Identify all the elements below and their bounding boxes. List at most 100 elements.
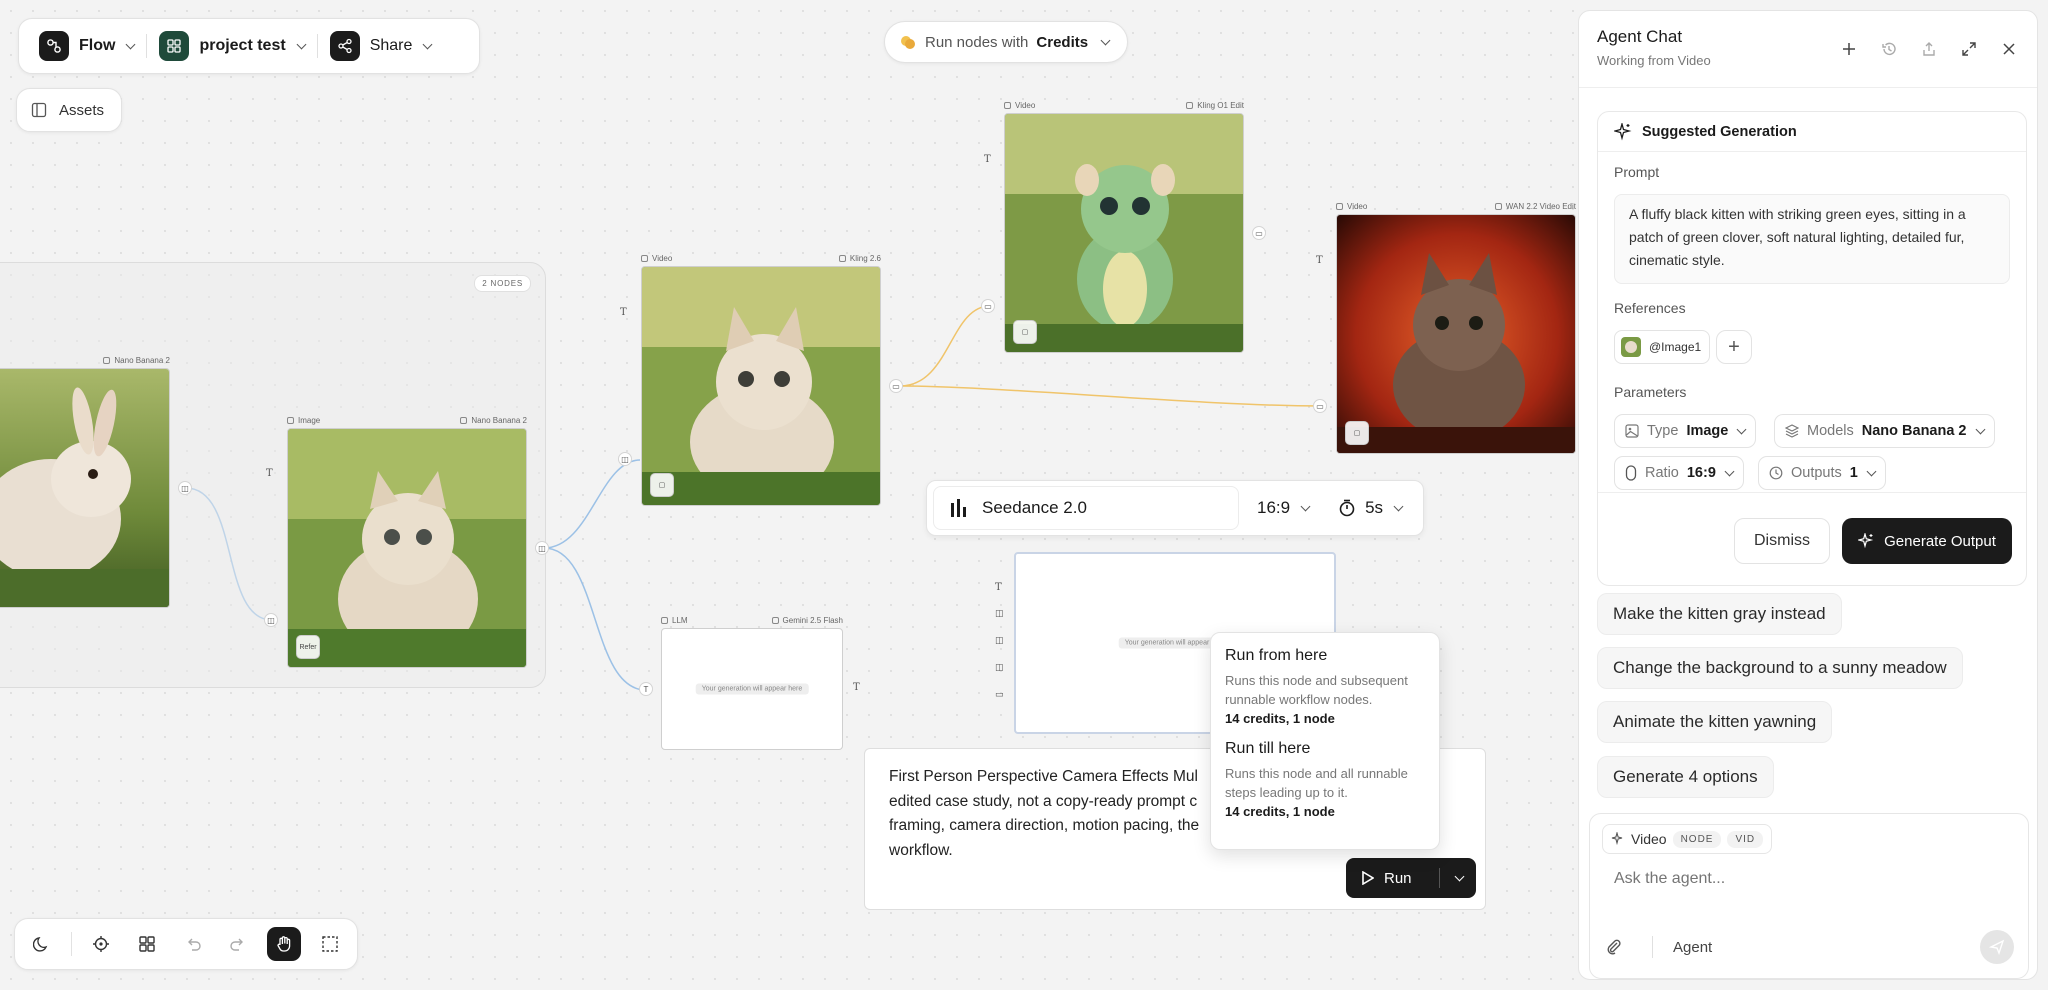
type-param[interactable]: Type Image bbox=[1614, 414, 1757, 448]
fire-video-node[interactable]: Video WAN 2.2 Video Edit ▢ bbox=[1336, 202, 1576, 454]
attach-button[interactable] bbox=[1604, 937, 1624, 957]
run-credits-selector[interactable]: Run nodes with Credits bbox=[884, 21, 1128, 63]
image-icon bbox=[1625, 424, 1639, 438]
select-tool-button[interactable] bbox=[313, 927, 347, 961]
agent-mode-selector[interactable]: Agent bbox=[1652, 936, 1712, 958]
close-panel-button[interactable] bbox=[1999, 39, 2019, 59]
rabbit-output-handle[interactable]: ◫ bbox=[178, 481, 192, 495]
kitten-image[interactable]: Refer bbox=[287, 428, 527, 668]
agent-message-input[interactable] bbox=[1614, 870, 1994, 888]
grid-view-button[interactable] bbox=[130, 927, 164, 961]
suggestion-chip[interactable]: Animate the kitten yawning bbox=[1597, 701, 1833, 743]
new-chat-button[interactable] bbox=[1839, 39, 1859, 59]
suggestion-chip[interactable]: Make the kitten gray instead bbox=[1597, 593, 1842, 635]
chevron-down-icon bbox=[1300, 501, 1311, 511]
rabbit-node[interactable]: Nano Banana 2 bbox=[0, 356, 170, 608]
video-output-handle[interactable]: ▭ bbox=[889, 379, 903, 393]
ratio-selector[interactable]: 16:9 bbox=[1245, 486, 1321, 530]
edge-video-dragon bbox=[899, 305, 991, 387]
model-icon bbox=[771, 616, 779, 624]
sparkle-icon bbox=[1611, 832, 1623, 846]
panel-icon bbox=[31, 102, 47, 118]
generate-output-button[interactable]: Generate Output bbox=[1842, 518, 2012, 564]
share-menu[interactable]: Share bbox=[322, 26, 440, 66]
outputs-param[interactable]: Outputs 1 bbox=[1758, 456, 1886, 490]
model-icon bbox=[1494, 202, 1502, 210]
flow-logo-icon bbox=[39, 31, 69, 61]
kitten-input-handle[interactable]: ◫ bbox=[264, 613, 278, 627]
export-button[interactable] bbox=[1919, 39, 1939, 59]
chevron-down-icon bbox=[1975, 424, 1985, 434]
chevron-down-icon bbox=[1393, 501, 1404, 511]
text-input-icon: T bbox=[1316, 255, 1323, 266]
edge-video-fire bbox=[899, 385, 1323, 407]
prompt-text[interactable]: A fluffy black kitten with striking gree… bbox=[1614, 194, 2010, 284]
model-icon bbox=[838, 254, 846, 262]
kitten-output-handle[interactable]: ◫ bbox=[535, 541, 549, 555]
edge-kitten-llm bbox=[543, 547, 647, 691]
kitten-picture bbox=[288, 429, 526, 667]
chevron-down-icon bbox=[1866, 466, 1877, 476]
project-menu[interactable]: project test bbox=[151, 26, 312, 66]
fire-video-frame[interactable]: ▢ bbox=[1336, 214, 1576, 454]
run-till-here-item[interactable]: Run till here Runs this node and all run… bbox=[1225, 740, 1425, 819]
fire-input-handle[interactable]: ▭ bbox=[1313, 399, 1327, 413]
sparkle-icon bbox=[1858, 533, 1874, 549]
model-icon bbox=[460, 416, 468, 424]
send-button[interactable] bbox=[1980, 930, 2014, 964]
flow-menu[interactable]: Flow bbox=[31, 26, 142, 66]
model-selector[interactable]: Seedance 2.0 bbox=[933, 486, 1239, 530]
image-input-icon: ◫ bbox=[995, 609, 1004, 619]
expand-button[interactable] bbox=[1959, 39, 1979, 59]
dragon-video-frame[interactable]: ▢ bbox=[1004, 113, 1244, 353]
undo-button[interactable] bbox=[176, 927, 210, 961]
redo-button[interactable] bbox=[221, 927, 255, 961]
recenter-button[interactable] bbox=[84, 927, 118, 961]
chevron-down-icon bbox=[1454, 871, 1464, 881]
suggestion-chip[interactable]: Change the background to a sunny meadow bbox=[1597, 647, 1963, 689]
video-thumb-badge: ▢ bbox=[1013, 320, 1037, 344]
chevron-down-icon bbox=[1736, 424, 1747, 434]
panel-subtitle: Working from Video bbox=[1597, 53, 1711, 68]
assets-button[interactable]: Assets bbox=[16, 88, 122, 132]
dark-mode-toggle[interactable] bbox=[25, 927, 59, 961]
image-input-icon: ◫ bbox=[995, 636, 1004, 646]
video-thumb-badge: ▢ bbox=[1345, 421, 1369, 445]
suggestion-chip[interactable]: Generate 4 options bbox=[1597, 756, 1774, 798]
video-input-handle[interactable]: ◫ bbox=[618, 452, 632, 466]
llm-output-area[interactable]: Your generation will appear here bbox=[661, 628, 843, 750]
history-button[interactable] bbox=[1879, 39, 1899, 59]
sparkle-icon bbox=[1614, 122, 1632, 140]
models-param[interactable]: Models Nano Banana 2 bbox=[1774, 414, 1995, 448]
run-button[interactable]: Run bbox=[1346, 870, 1439, 887]
plus-icon bbox=[1843, 43, 1855, 55]
dismiss-button[interactable]: Dismiss bbox=[1734, 518, 1830, 564]
chevron-down-icon bbox=[422, 39, 433, 49]
kitten-video-node[interactable]: Video Kling 2.6 ▢ bbox=[641, 254, 881, 506]
run-options-toggle[interactable] bbox=[1440, 871, 1476, 881]
dragon-input-handle[interactable]: ▭ bbox=[981, 299, 995, 313]
play-icon bbox=[1362, 871, 1374, 885]
text-input-icon: T bbox=[984, 154, 991, 165]
send-icon bbox=[1989, 939, 2005, 955]
rabbit-image[interactable] bbox=[0, 368, 170, 608]
duration-selector[interactable]: 5s bbox=[1327, 486, 1414, 530]
bars-icon bbox=[951, 499, 966, 517]
workflow-canvas[interactable]: 2 NODES Nano Banana 2 ◫ Image Nano Banan… bbox=[0, 0, 1578, 990]
add-reference-button[interactable]: + bbox=[1716, 330, 1752, 364]
suggested-generation-card: Suggested Generation Prompt A fluffy bla… bbox=[1597, 111, 2027, 586]
dragon-video-node[interactable]: Video Kling O1 Edit ▢ bbox=[1004, 101, 1244, 353]
llm-node[interactable]: LLM Gemini 2.5 Flash Your generation wil… bbox=[661, 616, 843, 750]
kitten-video-frame[interactable]: ▢ bbox=[641, 266, 881, 506]
kitten-image-node[interactable]: Image Nano Banana 2 Refer bbox=[287, 416, 527, 668]
run-from-here-item[interactable]: Run from here Runs this node and subsequ… bbox=[1225, 647, 1425, 726]
ratio-icon bbox=[1625, 465, 1637, 481]
context-selector[interactable]: Video NODE VID bbox=[1602, 824, 1773, 854]
llm-input-handle[interactable]: T bbox=[639, 682, 653, 696]
pan-tool-button[interactable] bbox=[267, 927, 302, 961]
redo-icon bbox=[230, 938, 244, 951]
chevron-down-icon bbox=[1100, 35, 1111, 45]
dragon-output-handle[interactable]: ▭ bbox=[1252, 226, 1266, 240]
reference-chip[interactable]: @Image1 bbox=[1614, 330, 1710, 364]
ratio-param[interactable]: Ratio 16:9 bbox=[1614, 456, 1744, 490]
